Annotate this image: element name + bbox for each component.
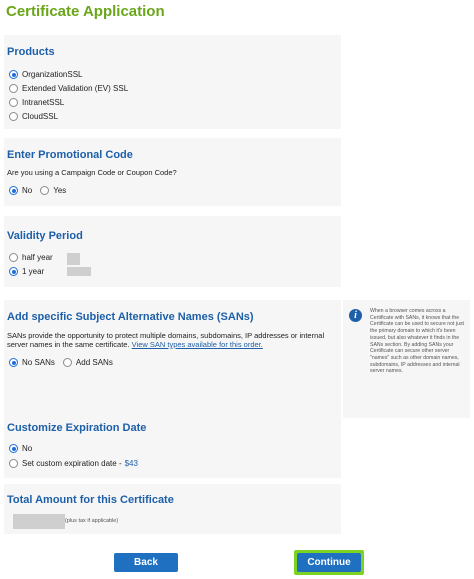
product-option-organizationssl[interactable]: OrganizationSSL <box>9 70 82 79</box>
san-types-link[interactable]: View SAN types available for this order. <box>132 340 263 349</box>
promo-section: Enter Promotional Code Are you using a C… <box>4 138 341 206</box>
total-title: Total Amount for this Certificate <box>7 494 174 506</box>
product-option-cloudssl[interactable]: CloudSSL <box>9 112 58 121</box>
no-sans-label: No SANs <box>22 358 55 367</box>
product-label: OrganizationSSL <box>22 70 83 79</box>
expiration-custom-price: $43 <box>124 459 138 468</box>
radio-organizationssl[interactable] <box>9 70 18 79</box>
radio-1-year[interactable] <box>9 267 18 276</box>
radio-no-sans[interactable] <box>9 358 18 367</box>
validity-title: Validity Period <box>7 230 83 242</box>
sans-section: Add specific Subject Alternative Names (… <box>4 300 341 417</box>
promo-title: Enter Promotional Code <box>7 149 133 161</box>
radio-intranetssl[interactable] <box>9 98 18 107</box>
expiration-section: Customize Expiration Date No Set custom … <box>4 413 341 478</box>
info-icon: i <box>349 309 362 322</box>
product-option-ev-ssl[interactable]: Extended Validation (EV) SSL <box>9 84 128 93</box>
radio-half-year[interactable] <box>9 253 18 262</box>
products-section: Products OrganizationSSL Extended Valida… <box>4 35 341 129</box>
tax-note: (plus tax if applicable) <box>65 518 119 524</box>
validity-label: 1 year <box>22 267 45 276</box>
sans-option-no[interactable]: No SANs <box>9 358 55 367</box>
total-section: Total Amount for this Certificate (plus … <box>4 484 341 534</box>
expiration-option-custom[interactable]: Set custom expiration date - $43 <box>9 459 138 468</box>
validity-option-1-year[interactable]: 1 year <box>9 267 44 276</box>
promo-no-label: No <box>22 186 33 195</box>
radio-promo-no[interactable] <box>9 186 18 195</box>
product-option-intranetssl[interactable]: IntranetSSL <box>9 98 64 107</box>
radio-cloudssl[interactable] <box>9 112 18 121</box>
promo-options: No Yes <box>9 186 74 195</box>
price-redacted-half-year <box>67 253 80 265</box>
sans-options: No SANs Add SANs <box>9 358 121 367</box>
san-info-panel: i When a browser comes across a Certific… <box>343 300 470 418</box>
expiration-title: Customize Expiration Date <box>7 422 147 434</box>
add-sans-label: Add SANs <box>75 358 113 367</box>
validity-option-half-year[interactable]: half year <box>9 253 53 262</box>
product-label: Extended Validation (EV) SSL <box>22 84 129 93</box>
price-redacted-1-year <box>67 267 91 276</box>
sans-description: SANs provide the opportunity to protect … <box>7 331 332 349</box>
radio-add-sans[interactable] <box>62 358 72 367</box>
san-info-text: When a browser comes across a Certificat… <box>370 308 465 375</box>
expiration-option-no[interactable]: No <box>9 444 32 453</box>
sans-option-add[interactable]: Add SANs <box>62 358 113 367</box>
expiration-no-label: No <box>22 444 33 453</box>
sans-title: Add specific Subject Alternative Names (… <box>7 311 254 323</box>
validity-label: half year <box>22 253 53 262</box>
expiration-custom-label: Set custom expiration date - <box>22 459 122 468</box>
total-amount-redacted <box>13 514 65 529</box>
products-title: Products <box>7 46 55 58</box>
radio-ev-ssl[interactable] <box>9 84 18 93</box>
page-title: Certificate Application <box>6 3 165 20</box>
continue-button[interactable]: Continue <box>297 553 361 572</box>
radio-expiration-no[interactable] <box>9 444 18 453</box>
validity-section: Validity Period half year 1 year <box>4 216 341 287</box>
promo-yes-label: Yes <box>53 186 67 195</box>
product-label: CloudSSL <box>22 112 59 121</box>
radio-expiration-custom[interactable] <box>9 459 18 468</box>
product-label: IntranetSSL <box>22 98 65 107</box>
promo-option-yes[interactable]: Yes <box>40 186 66 195</box>
promo-question: Are you using a Campaign Code or Coupon … <box>7 168 177 177</box>
radio-promo-yes[interactable] <box>40 186 50 195</box>
promo-option-no[interactable]: No <box>9 186 32 195</box>
back-button[interactable]: Back <box>114 553 178 572</box>
